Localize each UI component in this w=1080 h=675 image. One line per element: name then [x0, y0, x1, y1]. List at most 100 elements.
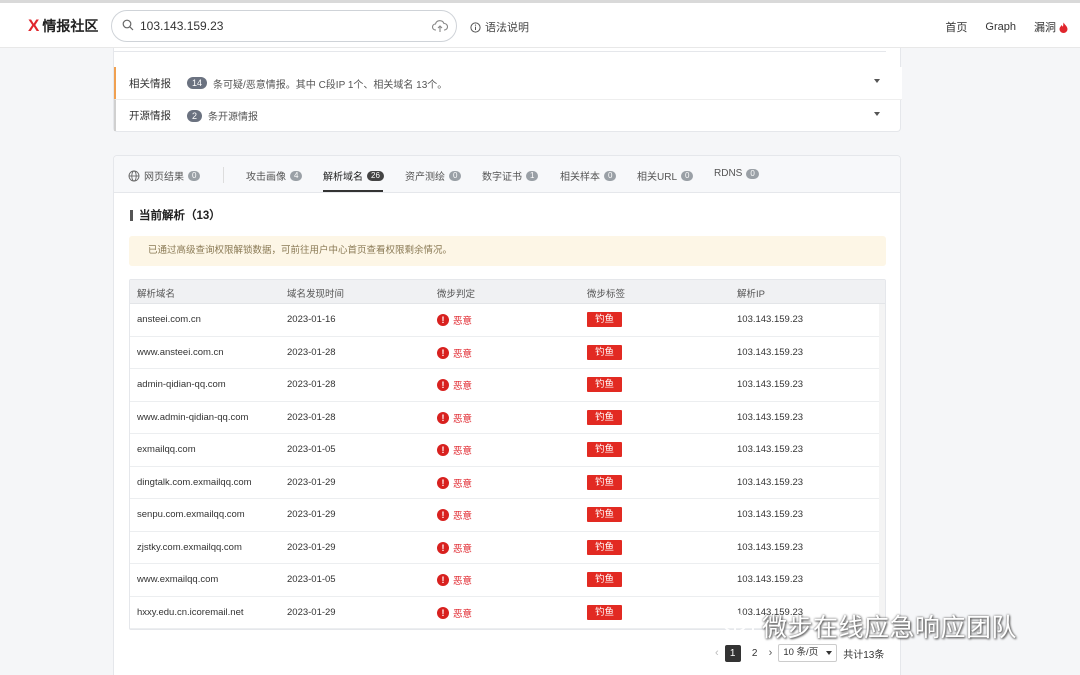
ip-cell[interactable]: 103.143.159.23 [737, 477, 803, 488]
verdict-cell: ! 恶意 [437, 346, 472, 360]
ip-cell[interactable]: 103.143.159.23 [737, 444, 803, 455]
ip-cell[interactable]: 103.143.159.23 [737, 509, 803, 520]
wechat-icon [723, 613, 754, 638]
verdict-text: 恶意 [453, 608, 473, 620]
tab-count: 0 [681, 170, 694, 181]
table-row[interactable]: zjstky.com.exmailqq.com 2023-01-29! 恶意 钓鱼 10… [130, 532, 879, 564]
tab-certificates[interactable]: 数字证书 1 [482, 168, 539, 183]
domain-cell[interactable]: www.ansteei.com.cn [137, 347, 224, 358]
tab-resolved-domains[interactable]: 解析域名 26 [323, 168, 384, 183]
table-row[interactable]: ansteei.com.cn 2023-01-16! 恶意 钓鱼 103.143.159… [130, 304, 879, 337]
alert-circle-icon: ! [437, 606, 449, 619]
alert-circle-icon: ! [437, 509, 449, 521]
domain-cell[interactable]: admin-qidian-qq.com [137, 379, 226, 390]
phishing-tag: 钓鱼 [587, 409, 623, 425]
domain-cell[interactable]: hxxy.edu.cn.icoremail.net [137, 607, 244, 618]
tab-asset-mapping[interactable]: 资产测绘 0 [405, 168, 462, 183]
brand-mark: X [28, 16, 40, 35]
page-2-button[interactable]: 2 [747, 645, 763, 662]
search-input[interactable] [140, 17, 420, 35]
table-row[interactable]: senpu.com.exmailqq.com 2023-01-29! 恶意 钓鱼 103… [130, 499, 879, 532]
cloud-upload-icon[interactable] [432, 19, 448, 33]
ip-cell[interactable]: 103.143.159.23 [737, 412, 803, 423]
tab-count: 4 [290, 170, 303, 181]
tab-attack-profile[interactable]: 攻击画像 4 [246, 168, 303, 183]
verdict-cell: ! 恶意 [437, 443, 472, 457]
chevron-down-icon[interactable] [874, 79, 880, 83]
page-size-select[interactable]: 10 条/页 [778, 644, 838, 662]
ip-cell[interactable]: 103.143.159.23 [737, 347, 803, 358]
col-header-date[interactable]: 域名发现时间 [287, 286, 344, 300]
result-tabs: 网页结果 0 攻击画像 4 解析域名 26 资产测绘 0 数字证书 1 相关样本… [114, 156, 900, 193]
page-size-value: 10 条/页 [783, 647, 819, 658]
page-1-button[interactable]: 1 [724, 644, 741, 662]
tab-web-results[interactable]: 网页结果 0 [128, 168, 201, 183]
total-count: 共计13条 [843, 649, 885, 661]
col-header-ip[interactable]: 解析IP [737, 286, 765, 300]
table-row[interactable]: admin-qidian-qq.com 2023-01-28! 恶意 钓鱼 103.14… [130, 369, 879, 402]
domain-cell[interactable]: exmailqq.com [137, 444, 196, 455]
verdict-cell: ! 恶意 [437, 573, 472, 587]
table-scrollbar[interactable] [879, 304, 885, 630]
alert-circle-icon: ! [437, 411, 449, 424]
col-header-domain[interactable]: 解析域名 [137, 286, 175, 300]
ip-cell[interactable]: 103.143.159.23 [737, 379, 803, 390]
domain-cell[interactable]: ansteei.com.cn [137, 314, 201, 325]
ip-cell[interactable]: 103.143.159.23 [737, 314, 803, 325]
next-page-icon[interactable]: › [769, 647, 773, 659]
tab-related-samples[interactable]: 相关样本 0 [560, 168, 617, 183]
alert-circle-icon: ! [437, 444, 449, 456]
alert-circle-icon: ! [437, 346, 449, 359]
pagination: ‹ 1 2 › 10 条/页 共计13条 [715, 644, 884, 662]
brand-logo[interactable]: X 情报社区 [28, 16, 98, 36]
top-nav: 首页 Graph 漏洞 [945, 19, 1068, 35]
verdict-text: 恶意 [453, 446, 473, 457]
table-row[interactable]: dingtalk.com.exmailqq.com 2023-01-29! 恶意 钓鱼… [130, 467, 879, 499]
nav-home[interactable]: 首页 [945, 19, 967, 35]
date-cell: 2023-01-16 [287, 314, 336, 325]
col-header-verdict[interactable]: 微步判定 [437, 286, 475, 300]
domain-cell[interactable]: dingtalk.com.exmailqq.com [137, 477, 252, 488]
verdict-text: 恶意 [453, 316, 473, 327]
intel-summary-panel: 相关情报 14 条可疑/恶意情报。其中 C段IP 1个、相关域名 13个。 开源… [113, 48, 902, 132]
date-cell: 2023-01-29 [287, 606, 336, 618]
results-panel: 网页结果 0 攻击画像 4 解析域名 26 资产测绘 0 数字证书 1 相关样本… [113, 155, 901, 675]
top-header: X 情报社区 语法说明 首页 Graph 漏洞 [0, 3, 1080, 48]
syntax-help-link[interactable]: 语法说明 [470, 19, 529, 35]
tab-rdns[interactable]: RDNS 0 [714, 168, 759, 179]
alert-circle-icon: ! [437, 541, 449, 554]
tab-related-urls[interactable]: 相关URL 0 [637, 168, 694, 183]
ip-cell[interactable]: 103.143.159.23 [737, 542, 803, 553]
resolved-domains-table: 解析域名 域名发现时间 微步判定 微步标签 解析IP ansteei.com.c… [129, 279, 886, 630]
domain-cell[interactable]: www.admin-qidian-qq.com [137, 412, 248, 423]
table-row[interactable]: www.admin-qidian-qq.com 2023-01-28! 恶意 钓鱼 10… [130, 402, 879, 434]
domain-cell[interactable]: www.exmailqq.com [137, 574, 218, 585]
date-cell: 2023-01-29 [287, 541, 336, 553]
nav-graph[interactable]: Graph [985, 21, 1016, 33]
verdict-cell: ! 恶意 [437, 508, 472, 522]
ip-cell[interactable]: 103.143.159.23 [737, 574, 803, 585]
section-heading: 当前解析（13） [130, 207, 221, 223]
table-row[interactable]: www.ansteei.com.cn 2023-01-28! 恶意 钓鱼 103.143… [130, 337, 879, 369]
table-row[interactable]: exmailqq.com 2023-01-05! 恶意 钓鱼 103.143.159.2… [130, 434, 879, 467]
open-source-intel-row[interactable]: 开源情报 2 条开源情报 [114, 99, 902, 131]
phishing-tag: 钓鱼 [587, 344, 623, 360]
chevron-down-icon[interactable] [874, 112, 880, 116]
tab-count: 0 [604, 170, 617, 181]
prev-page-icon[interactable]: ‹ [715, 647, 719, 659]
related-intel-row[interactable]: 相关情报 14 条可疑/恶意情报。其中 C段IP 1个、相关域名 13个。 [114, 67, 902, 99]
domain-cell[interactable]: zjstky.com.exmailqq.com [137, 542, 242, 553]
tab-label: 资产测绘 [405, 172, 445, 183]
syntax-help-label: 语法说明 [485, 22, 529, 34]
col-header-tag[interactable]: 微步标签 [587, 286, 625, 300]
tab-count: 26 [367, 170, 384, 181]
phishing-tag: 钓鱼 [587, 572, 623, 587]
nav-vuln[interactable]: 漏洞 [1034, 19, 1068, 35]
tab-label: 网页结果 [144, 172, 184, 183]
table-row[interactable]: www.exmailqq.com 2023-01-05! 恶意 钓鱼 103.143.1… [130, 564, 879, 597]
verdict-cell: ! 恶意 [437, 541, 472, 555]
section-title-text: 当前解析（13） [139, 210, 221, 222]
domain-cell[interactable]: senpu.com.exmailqq.com [137, 509, 245, 520]
heading-bar [130, 209, 133, 221]
phishing-tag: 钓鱼 [587, 442, 623, 457]
